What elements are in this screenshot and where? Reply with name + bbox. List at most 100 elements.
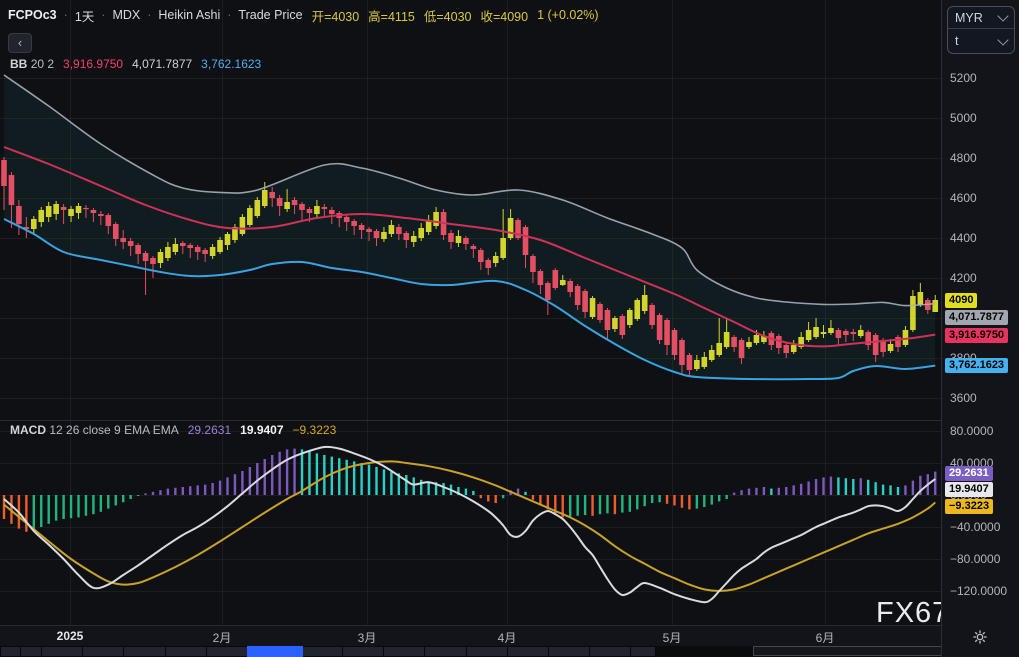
time-axis[interactable]: 20252月3月4月5月6月 — [0, 625, 1019, 646]
candle-body — [724, 332, 730, 347]
candle-body — [374, 231, 380, 238]
strip-segment[interactable] — [342, 646, 384, 657]
candle-body — [687, 355, 693, 370]
candle-body — [113, 224, 119, 239]
candle-body — [545, 283, 551, 300]
candle-body — [98, 214, 104, 216]
histogram-bar — [524, 492, 526, 495]
strip-segment[interactable] — [301, 646, 343, 657]
price-axis-pane[interactable]: MYR t 5200500048004600440042004000380036… — [941, 0, 1019, 657]
candle-body — [918, 292, 924, 305]
macd-indicator-legend[interactable]: MACD 12 26 close 9 EMA EMA 29.2631 19.94… — [10, 423, 336, 437]
price-chart-canvas[interactable] — [0, 0, 941, 625]
chart-area[interactable]: FCPOc3 · 1天 · MDX · Heikin Ashi · Trade … — [0, 0, 941, 657]
histogram-bar — [666, 495, 668, 504]
candle-body — [634, 300, 640, 319]
bb-upper-value: 4,071.7877 — [132, 57, 192, 71]
candle-body — [694, 360, 700, 369]
candle-body — [135, 245, 141, 254]
currency-value: MYR — [955, 11, 983, 25]
histogram-bar — [711, 495, 713, 505]
time-tick-label: 3月 — [358, 629, 377, 646]
histogram-bar — [197, 485, 199, 495]
strip-segment[interactable] — [466, 646, 508, 657]
symbol-header[interactable]: FCPOc3 · 1天 · MDX · Heikin Ashi · Trade … — [8, 6, 599, 24]
histogram-bar — [688, 495, 690, 509]
histogram-bar — [77, 495, 79, 517]
strip-segment[interactable] — [82, 646, 124, 657]
histogram-bar — [368, 465, 370, 495]
histogram-bar — [383, 469, 385, 495]
candle-body — [344, 217, 350, 222]
price-tick-label: 5200 — [950, 71, 977, 85]
strip-segment[interactable] — [630, 646, 656, 657]
histogram-bar — [427, 481, 429, 495]
histogram-bar — [152, 492, 154, 495]
candle-body — [448, 233, 454, 242]
strip-segment[interactable] — [123, 646, 166, 657]
candle-body — [143, 253, 149, 261]
histogram-bar — [882, 485, 884, 495]
back-button[interactable]: ‹ — [8, 33, 32, 53]
candle-body — [195, 247, 201, 252]
candle-body — [381, 232, 387, 239]
candle-body — [821, 332, 827, 334]
candle-body — [329, 210, 335, 214]
histogram-bar — [129, 495, 131, 499]
candle-body — [709, 350, 715, 360]
currency-dropdown[interactable]: MYR — [948, 7, 1014, 29]
candle-body — [575, 286, 581, 305]
strip-segment[interactable] — [0, 646, 21, 657]
strip-segment[interactable] — [548, 646, 590, 657]
histogram-bar — [346, 460, 348, 495]
histogram-bar — [860, 478, 862, 495]
histogram-bar — [92, 495, 94, 514]
histogram-bar — [465, 489, 467, 495]
histogram-bar — [778, 488, 780, 495]
candle-body — [463, 238, 469, 244]
histogram-bar — [85, 495, 87, 516]
candle-body — [299, 204, 305, 210]
strip-segment[interactable] — [507, 646, 549, 657]
histogram-bar — [897, 487, 899, 495]
bb-indicator-legend[interactable]: BB 20 2 3,916.9750 4,071.7877 3,762.1623 — [10, 57, 261, 71]
histogram-bar — [584, 495, 586, 515]
pane-scrollbar-strip[interactable] — [0, 646, 1019, 657]
histogram-bar — [495, 495, 497, 503]
price-tick-label: 4200 — [950, 271, 977, 285]
candle-body — [471, 246, 477, 249]
candle-body — [262, 190, 268, 206]
strip-segment[interactable] — [20, 646, 42, 657]
strip-segment[interactable] — [424, 646, 467, 657]
histogram-bar — [681, 495, 683, 508]
candle-body — [664, 320, 670, 345]
candle-body — [806, 330, 812, 340]
histogram-bar — [904, 485, 906, 495]
histogram-bar — [375, 467, 377, 495]
unit-dropdown[interactable]: t — [948, 30, 1014, 52]
candle-body — [500, 238, 506, 258]
strip-segment[interactable] — [41, 646, 83, 657]
strip-segment[interactable] — [165, 646, 207, 657]
histogram-bar — [532, 495, 534, 500]
histogram-bar — [800, 484, 802, 495]
histogram-bar — [360, 463, 362, 495]
histogram-bar — [599, 495, 601, 514]
strip-segment[interactable] — [206, 646, 248, 657]
histogram-bar — [264, 459, 266, 495]
strip-segment[interactable] — [383, 646, 425, 657]
histogram-bar — [770, 489, 772, 495]
candle-body — [307, 209, 313, 213]
back-arrow-icon: ‹ — [18, 35, 22, 50]
histogram-bar — [912, 481, 914, 495]
strip-segment[interactable] — [589, 646, 631, 657]
bb-title: BB — [10, 57, 27, 71]
histogram-bar — [226, 477, 228, 495]
candle-body — [582, 291, 588, 312]
scrollbar-handle[interactable] — [247, 646, 303, 657]
candle-body — [739, 340, 745, 358]
settings-gear-button[interactable] — [971, 629, 989, 645]
candle-body — [322, 207, 328, 209]
histogram-bar — [182, 487, 184, 495]
histogram-bar — [644, 495, 646, 506]
